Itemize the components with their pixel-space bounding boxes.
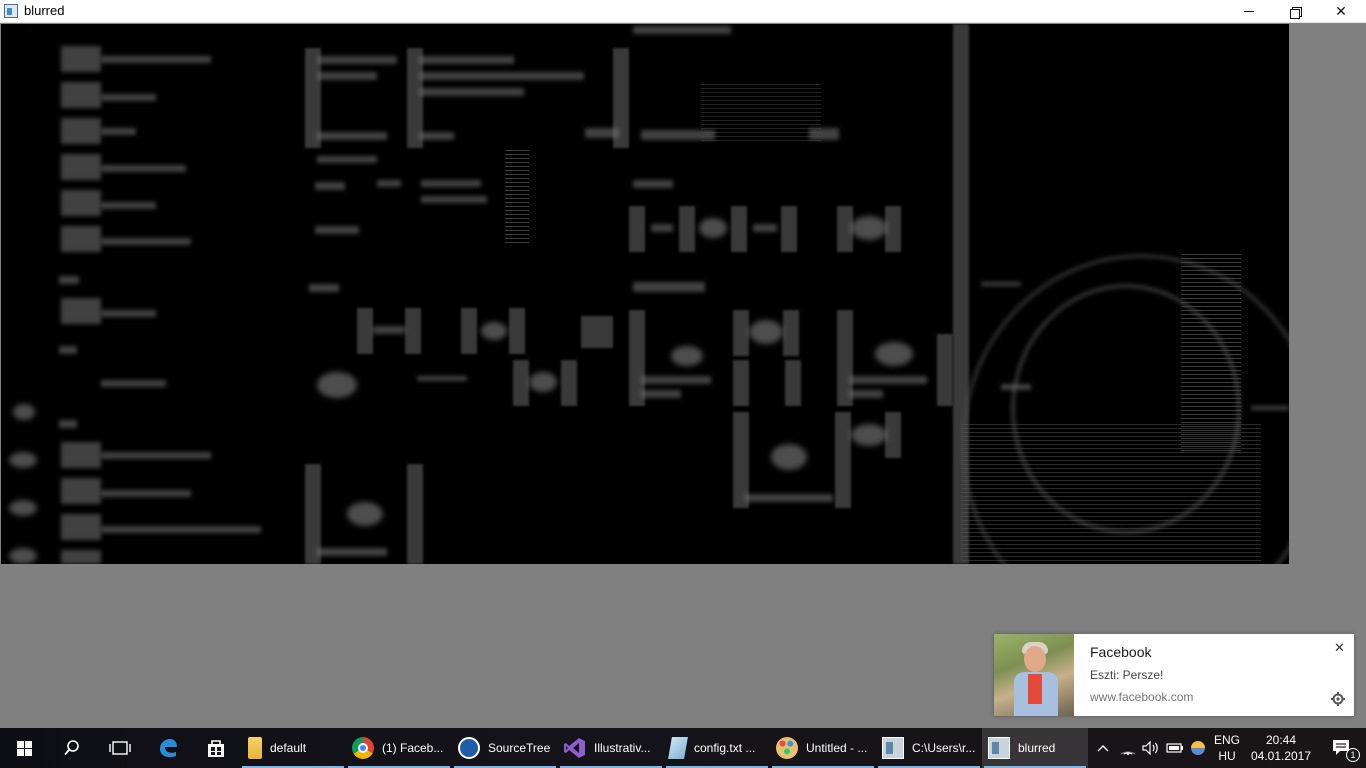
taskbar-app-chrome[interactable]: (1) Faceb... (346, 728, 452, 768)
profile-photo (994, 634, 1074, 716)
minimize-icon (1244, 11, 1254, 12)
sourcetree-icon (458, 737, 480, 759)
search-icon (64, 740, 79, 756)
action-center-button[interactable]: 1 (1318, 728, 1366, 768)
clock-time: 20:44 (1265, 733, 1297, 747)
window-title: blurred (24, 3, 65, 18)
title-bar[interactable]: blurred ✕ (0, 0, 1366, 23)
minimize-button[interactable] (1226, 0, 1272, 23)
restore-icon (1290, 6, 1302, 19)
settings-gear-icon[interactable] (1331, 692, 1345, 706)
task-view-icon (109, 741, 131, 755)
blurred-window: blurred ✕ (0, 0, 1366, 728)
speaker-icon (1142, 741, 1158, 755)
taskbar-app-notepad[interactable]: config.txt ... (664, 728, 770, 768)
search-button[interactable] (48, 728, 96, 768)
notification-source: www.facebook.com (1090, 690, 1194, 704)
edge-icon (160, 739, 177, 758)
battery-icon (1166, 743, 1183, 753)
clock[interactable]: 20:44 04.01.2017 (1246, 728, 1316, 768)
taskbar-app-paint[interactable]: Untitled - ... (770, 728, 876, 768)
network-button[interactable] (1116, 728, 1140, 768)
clock-date: 04.01.2017 (1250, 749, 1312, 763)
chrome-icon (352, 737, 374, 759)
taskbar-app-blurred[interactable]: blurred (982, 728, 1088, 768)
notepad-icon (668, 737, 688, 759)
notification-count-badge: 1 (1346, 748, 1360, 762)
app-icon (4, 4, 18, 18)
task-view-button[interactable] (96, 728, 144, 768)
notification-toast[interactable]: Facebook Eszti: Persze! www.facebook.com… (994, 634, 1354, 716)
store-button[interactable] (192, 728, 240, 768)
paint-icon (776, 737, 798, 759)
taskbar: default (1) Faceb... SourceTree Illustra… (0, 728, 1366, 768)
taskbar-app-visual-studio[interactable]: Illustrativ... (558, 728, 664, 768)
input-language[interactable]: ENG HU (1208, 728, 1246, 768)
visual-studio-icon (564, 738, 585, 758)
chevron-up-icon (1097, 745, 1109, 752)
windows-start-icon (16, 740, 32, 756)
taskbar-app-default[interactable]: default (240, 728, 346, 768)
wifi-icon (1120, 751, 1136, 755)
close-button[interactable]: ✕ (1318, 0, 1364, 23)
blurred-app-icon (988, 737, 1010, 759)
taskbar-app-sourcetree[interactable]: SourceTree (452, 728, 558, 768)
console-icon (882, 737, 904, 759)
show-hidden-icons-button[interactable] (1092, 728, 1114, 768)
store-icon (208, 740, 224, 757)
power-button[interactable] (1164, 728, 1186, 768)
close-icon[interactable]: ✕ (1334, 641, 1345, 656)
close-icon: ✕ (1335, 3, 1347, 20)
volume-button[interactable] (1140, 728, 1162, 768)
start-button[interactable] (0, 728, 48, 768)
edge-button[interactable] (144, 728, 192, 768)
blurred-image-canvas (1, 24, 1289, 564)
folder-icon (248, 737, 262, 759)
notification-message: Eszti: Persze! (1090, 668, 1164, 682)
language-primary: ENG (1213, 733, 1240, 747)
language-secondary: HU (1218, 749, 1236, 763)
restore-button[interactable] (1272, 0, 1318, 23)
weather-button[interactable] (1188, 728, 1208, 768)
weather-icon (1191, 741, 1205, 755)
notification-app-name: Facebook (1090, 644, 1152, 660)
taskbar-app-console[interactable]: C:\Users\r... (876, 728, 982, 768)
